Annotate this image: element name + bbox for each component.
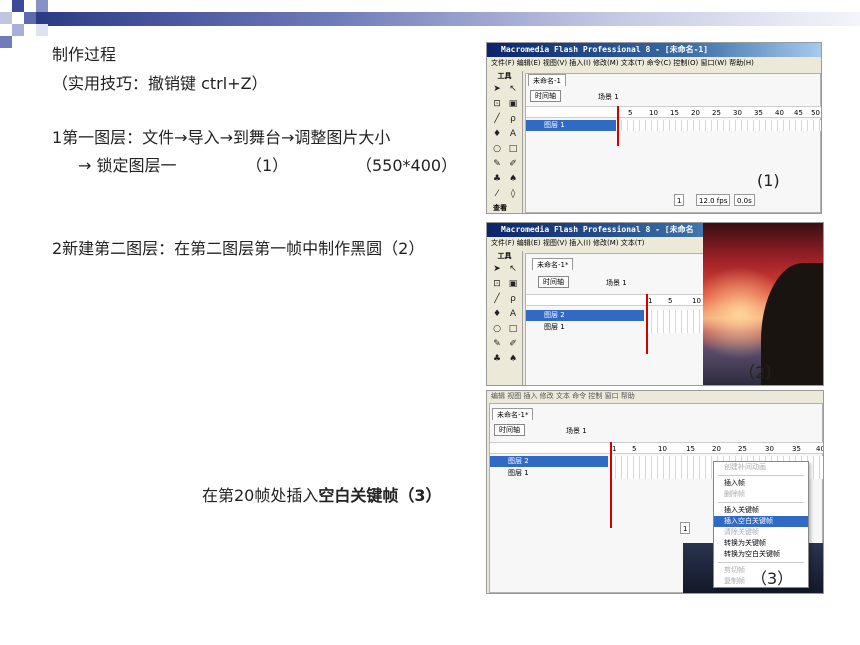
step1-line2: → 锁定图层一	[78, 156, 177, 175]
paint-bucket-icon[interactable]: ♠	[507, 173, 519, 185]
lasso-tool-icon[interactable]: ρ	[507, 113, 519, 125]
step1-size: （550*400）	[356, 156, 458, 175]
toolbox-1: 工具 ➤ ↖ ⊡ ▣ ╱ ρ ♦ A ○ □ ✎ ✐ ♣ ♠ ⁄ ◊ 查看	[487, 71, 523, 213]
frame-cells-1[interactable]	[616, 120, 821, 131]
scene-label-2[interactable]: 场景 1	[606, 278, 627, 288]
document-area-1: 未命名-1 时间轴 场景 1 5 10 15 20 25 30 35 40 45…	[525, 73, 821, 213]
context-menu-item[interactable]: 插入空白关键帧	[714, 516, 808, 527]
pencil-tool-icon[interactable]: ✎	[491, 158, 503, 170]
playhead-2[interactable]	[646, 294, 648, 354]
window-title-1: Macromedia Flash Professional 8 - [未命名-1…	[487, 43, 821, 57]
time-1: 0.0s	[734, 194, 755, 206]
step3-text: 在第20帧处插入空白关键帧（3）	[202, 482, 442, 506]
context-menu-item[interactable]: 插入帧	[714, 478, 808, 489]
eyedropper-icon[interactable]: ⁄	[491, 188, 503, 200]
pencil-tool-icon[interactable]: ✎	[491, 338, 503, 350]
context-menu-item[interactable]: 转换为关键帧	[714, 538, 808, 549]
step3-prefix: 在第20帧处插入	[202, 486, 319, 505]
fps-1: 12.0 fps	[696, 194, 731, 206]
caption-2: （2）	[739, 363, 782, 382]
caption-3: （3）	[751, 569, 794, 588]
header-gradient-bar	[36, 12, 860, 26]
paint-bucket-icon[interactable]: ♠	[507, 353, 519, 365]
context-menu-separator	[718, 562, 804, 563]
context-menu-separator	[718, 502, 804, 503]
rect-tool-icon[interactable]: □	[507, 323, 519, 335]
context-menu-item[interactable]: 删除帧	[714, 489, 808, 500]
layer-row-1-bottom-3[interactable]: 图层 1	[490, 468, 608, 479]
screenshot-3: 编辑 视图 插入 修改 文本 命令 控制 窗口 帮助 未命名-1* 时间轴 场景…	[486, 390, 824, 594]
caption-1: (1)	[757, 171, 780, 190]
layer-row-1[interactable]: 图层 1	[526, 120, 616, 131]
toolbox-title-2: 工具	[497, 252, 512, 260]
header-squares-decoration	[0, 0, 60, 60]
line-tool-icon[interactable]: ╱	[491, 293, 503, 305]
text-tool-icon[interactable]: A	[507, 308, 519, 320]
frame-ruler-3: 1 5 10 15 20 25 30 35 40	[490, 442, 823, 454]
current-frame-3: 1	[680, 522, 691, 534]
frame-ruler-1: 5 10 15 20 25 30 35 40 45 50	[526, 106, 821, 118]
frame-cells-2[interactable]	[646, 310, 706, 333]
step2-text: 2新建第二图层：在第二图层第一帧中制作黑圆（2）	[52, 239, 425, 258]
arrow-tool-icon[interactable]: ➤	[491, 263, 503, 275]
free-transform-icon[interactable]: ⊡	[491, 98, 503, 110]
arrow-tool-icon[interactable]: ➤	[491, 83, 503, 95]
lasso-tool-icon[interactable]: ρ	[507, 293, 519, 305]
ink-bottle-icon[interactable]: ♣	[491, 173, 503, 185]
rect-tool-icon[interactable]: □	[507, 143, 519, 155]
pen-tool-icon[interactable]: ♦	[491, 128, 503, 140]
line-tool-icon[interactable]: ╱	[491, 113, 503, 125]
eraser-icon[interactable]: ◊	[507, 188, 519, 200]
screenshot-2: Macromedia Flash Professional 8 - [未命名 文…	[486, 222, 824, 386]
doc-tab-3[interactable]: 未命名-1*	[492, 408, 534, 420]
scene-label-3[interactable]: 场景 1	[566, 426, 587, 436]
gradient-tool-icon[interactable]: ▣	[507, 278, 519, 290]
step1-ref: （1）	[246, 156, 289, 175]
toolbox-view-label: 查看	[493, 204, 507, 212]
playhead-1[interactable]	[617, 106, 619, 146]
subselect-tool-icon[interactable]: ↖	[507, 263, 519, 275]
pen-tool-icon[interactable]: ♦	[491, 308, 503, 320]
heading: 制作过程	[52, 45, 117, 64]
oval-tool-icon[interactable]: ○	[491, 143, 503, 155]
brush-tool-icon[interactable]: ✐	[507, 338, 519, 350]
step1-line1: 1第一图层：文件→导入→到舞台→调整图片大小	[52, 128, 391, 147]
context-menu-item[interactable]: 创建补间动画	[714, 462, 808, 473]
brush-tool-icon[interactable]: ✐	[507, 158, 519, 170]
context-menu-item[interactable]: 清除关键帧	[714, 527, 808, 538]
gradient-tool-icon[interactable]: ▣	[507, 98, 519, 110]
context-menu-item[interactable]: 插入关键帧	[714, 505, 808, 516]
document-area-2: 未命名-1* 时间轴 场景 1 1 5 10 图层 2 图层 1	[525, 253, 706, 385]
screenshot-1: Macromedia Flash Professional 8 - [未命名-1…	[486, 42, 822, 214]
step3-bold: 空白关键帧（3）	[318, 486, 442, 505]
toolbox-title-1: 工具	[497, 72, 512, 80]
doc-tab-2[interactable]: 未命名-1*	[532, 258, 574, 270]
ink-bottle-icon[interactable]: ♣	[491, 353, 503, 365]
playhead-3[interactable]	[610, 442, 612, 528]
frame-ruler-2: 1 5 10	[526, 294, 706, 306]
context-menu-item[interactable]: 转换为空白关键帧	[714, 549, 808, 560]
oval-tool-icon[interactable]: ○	[491, 323, 503, 335]
layer-row-2-top-3[interactable]: 图层 2	[490, 456, 608, 467]
free-transform-icon[interactable]: ⊡	[491, 278, 503, 290]
tip-text: （实用技巧：撤销键 ctrl+Z）	[52, 74, 268, 93]
layer-row-2-top[interactable]: 图层 2	[526, 310, 644, 321]
toolbox-2: 工具 ➤ ↖ ⊡ ▣ ╱ ρ ♦ A ○ □ ✎ ✐ ♣ ♠	[487, 251, 523, 385]
timeline-button-2[interactable]: 时间轴	[538, 276, 569, 288]
timeline-button-1[interactable]: 时间轴	[530, 90, 561, 102]
menubar-3: 编辑 视图 插入 修改 文本 命令 控制 窗口 帮助	[487, 391, 823, 401]
menubar-1: 文件(F) 编辑(E) 视图(V) 插入(I) 修改(M) 文本(T) 命令(C…	[487, 57, 821, 69]
scene-label-1[interactable]: 场景 1	[598, 92, 619, 102]
current-frame-1: 1	[674, 194, 685, 206]
layer-row-1-bottom[interactable]: 图层 1	[526, 322, 644, 333]
timeline-button-3[interactable]: 时间轴	[494, 424, 525, 436]
context-menu-separator	[718, 475, 804, 476]
doc-tab-1[interactable]: 未命名-1	[528, 74, 566, 86]
subselect-tool-icon[interactable]: ↖	[507, 83, 519, 95]
text-tool-icon[interactable]: A	[507, 128, 519, 140]
